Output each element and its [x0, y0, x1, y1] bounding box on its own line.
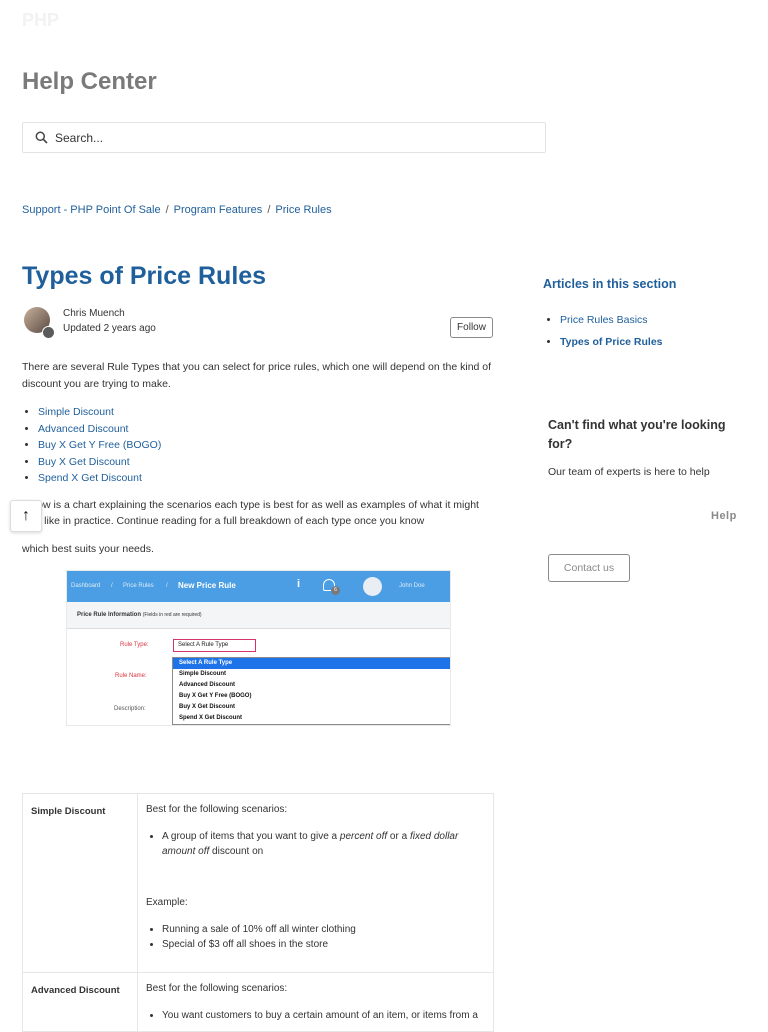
- screenshot-top-bar: Dashboard / Price Rules / New Price Rule…: [67, 571, 450, 602]
- screenshot-nav-sep: /: [166, 583, 168, 589]
- price-rule-screenshot: Dashboard / Price Rules / New Price Rule…: [66, 570, 451, 726]
- list-item: Buy X Get Y Free (BOGO): [38, 437, 161, 454]
- site-logo[interactable]: PHP: [22, 10, 74, 36]
- sidebar-item-price-rules-basics: Price Rules Basics: [560, 309, 663, 331]
- sidebar-item-types-of-price-rules: Types of Price Rules: [560, 331, 663, 353]
- dropdown-option: Advanced Discount: [179, 682, 236, 688]
- article-updated-date: Updated 2 years ago: [63, 323, 156, 334]
- screenshot-nav-dashboard: Dashboard: [71, 583, 101, 589]
- screenshot-section-title: Price Rule Information (Fields in red ar…: [77, 612, 202, 618]
- screenshot-nav-price-rules: Price Rules: [123, 583, 154, 589]
- breadcrumb: Support - PHP Point Of Sale / Program Feat…: [22, 204, 332, 216]
- arrow-up-icon: ↑: [22, 507, 30, 524]
- dropdown-option: Simple Discount: [179, 671, 227, 677]
- list-item: Simple Discount: [38, 404, 161, 421]
- breadcrumb-item-price-rules[interactable]: Price Rules: [275, 204, 331, 216]
- help-center-title[interactable]: Help Center: [22, 68, 157, 96]
- follow-button[interactable]: Follow: [450, 317, 493, 338]
- dropdown-option: Spend X Get Discount: [179, 715, 243, 721]
- breadcrumb-item-support[interactable]: Support - PHP Point Of Sale: [22, 204, 161, 216]
- search-icon: [35, 131, 48, 144]
- table-cell-type: Simple Discount: [22, 793, 138, 973]
- link-buy-x-get-discount[interactable]: Buy X Get Discount: [38, 456, 130, 468]
- author-name: Chris Muench: [63, 308, 125, 319]
- user-avatar-icon: [363, 577, 382, 596]
- screenshot-nav-sep: /: [111, 583, 113, 589]
- breadcrumb-item-program-features[interactable]: Program Features: [174, 204, 263, 216]
- list-item: Spend X Get Discount: [38, 470, 161, 487]
- sidebar-link-types-of-price-rules[interactable]: Types of Price Rules: [560, 336, 663, 348]
- list-item: You want customers to buy a certain amou…: [162, 1008, 485, 1023]
- contact-us-button[interactable]: Contact us: [548, 554, 630, 582]
- agent-badge-icon: [42, 326, 55, 339]
- dropdown-option: Buy X Get Discount: [179, 704, 236, 710]
- link-simple-discount[interactable]: Simple Discount: [38, 406, 114, 418]
- article-intro: There are several Rule Types that you ca…: [22, 361, 492, 390]
- experts-text: Our team of experts is here to help: [548, 466, 710, 478]
- rule-types-list: Simple Discount Advanced Discount Buy X …: [22, 404, 161, 487]
- example-label: Example:: [146, 897, 188, 908]
- screenshot-label-description: Description:: [114, 706, 146, 712]
- link-bogo[interactable]: Buy X Get Y Free (BOGO): [38, 439, 161, 451]
- screenshot-label-rule-type: Rule Type:: [120, 642, 149, 648]
- link-advanced-discount[interactable]: Advanced Discount: [38, 423, 128, 435]
- link-spend-x-get-discount[interactable]: Spend X Get Discount: [38, 472, 142, 484]
- article-title: Types of Price Rules: [22, 262, 267, 290]
- breadcrumb-separator: /: [267, 204, 271, 216]
- table-row: Advanced Discount Best for the following…: [22, 972, 494, 1032]
- dropdown-option: Select A Rule Type: [173, 658, 450, 669]
- search-box[interactable]: [22, 122, 546, 153]
- scenario-list: You want customers to buy a certain amou…: [146, 1008, 485, 1023]
- table-cell-type: Advanced Discount: [22, 972, 138, 1032]
- article-paragraph: Below is a chart explaining the scenario…: [22, 499, 479, 527]
- screenshot-page-title: New Price Rule: [178, 581, 236, 590]
- screenshot-rule-type-select: Select A Rule Type: [173, 639, 256, 652]
- info-icon: i: [297, 578, 301, 590]
- dropdown-option: Buy X Get Y Free (BOGO): [179, 693, 252, 699]
- help-widget-tab[interactable]: Help: [711, 510, 737, 522]
- articles-section-heading: Articles in this section: [543, 277, 677, 291]
- best-for-text: Best for the following scenarios:: [146, 983, 288, 994]
- list-item: Special of $3 off all shoes in the store: [162, 937, 485, 952]
- best-for-text: Best for the following scenarios:: [146, 804, 288, 815]
- screenshot-rule-type-dropdown: Select A Rule Type Simple Discount Advan…: [172, 657, 450, 725]
- example-list: Running a sale of 10% off all winter clo…: [146, 922, 485, 952]
- back-to-top-button[interactable]: ↑: [10, 500, 42, 532]
- article-paragraph: which best suits your needs.: [22, 543, 154, 555]
- rule-types-table: Simple Discount Best for the following s…: [22, 793, 494, 1032]
- list-item: Buy X Get Discount: [38, 454, 161, 471]
- screenshot-section-header: Price Rule Information (Fields in red ar…: [67, 602, 450, 629]
- section-articles-list: Price Rules Basics Types of Price Rules: [548, 309, 663, 353]
- screenshot-label-rule-name: Rule Name:: [115, 673, 147, 679]
- search-input[interactable]: [53, 128, 537, 148]
- list-item: A group of items that you want to give a…: [162, 829, 485, 859]
- table-row: Simple Discount Best for the following s…: [22, 793, 494, 973]
- table-cell-description: Best for the following scenarios: A grou…: [137, 793, 494, 973]
- sidebar-link-price-rules-basics[interactable]: Price Rules Basics: [560, 314, 648, 326]
- notification-count: 6: [331, 586, 340, 595]
- screenshot-user-name: John Doe: [399, 583, 425, 589]
- table-cell-description: Best for the following scenarios: You wa…: [137, 972, 494, 1032]
- list-item: Advanced Discount: [38, 421, 161, 438]
- cant-find-heading: Can't find what you're looking for?: [548, 418, 726, 451]
- breadcrumb-separator: /: [165, 204, 169, 216]
- scenario-list: A group of items that you want to give a…: [146, 829, 485, 859]
- list-item: Running a sale of 10% off all winter clo…: [162, 922, 485, 937]
